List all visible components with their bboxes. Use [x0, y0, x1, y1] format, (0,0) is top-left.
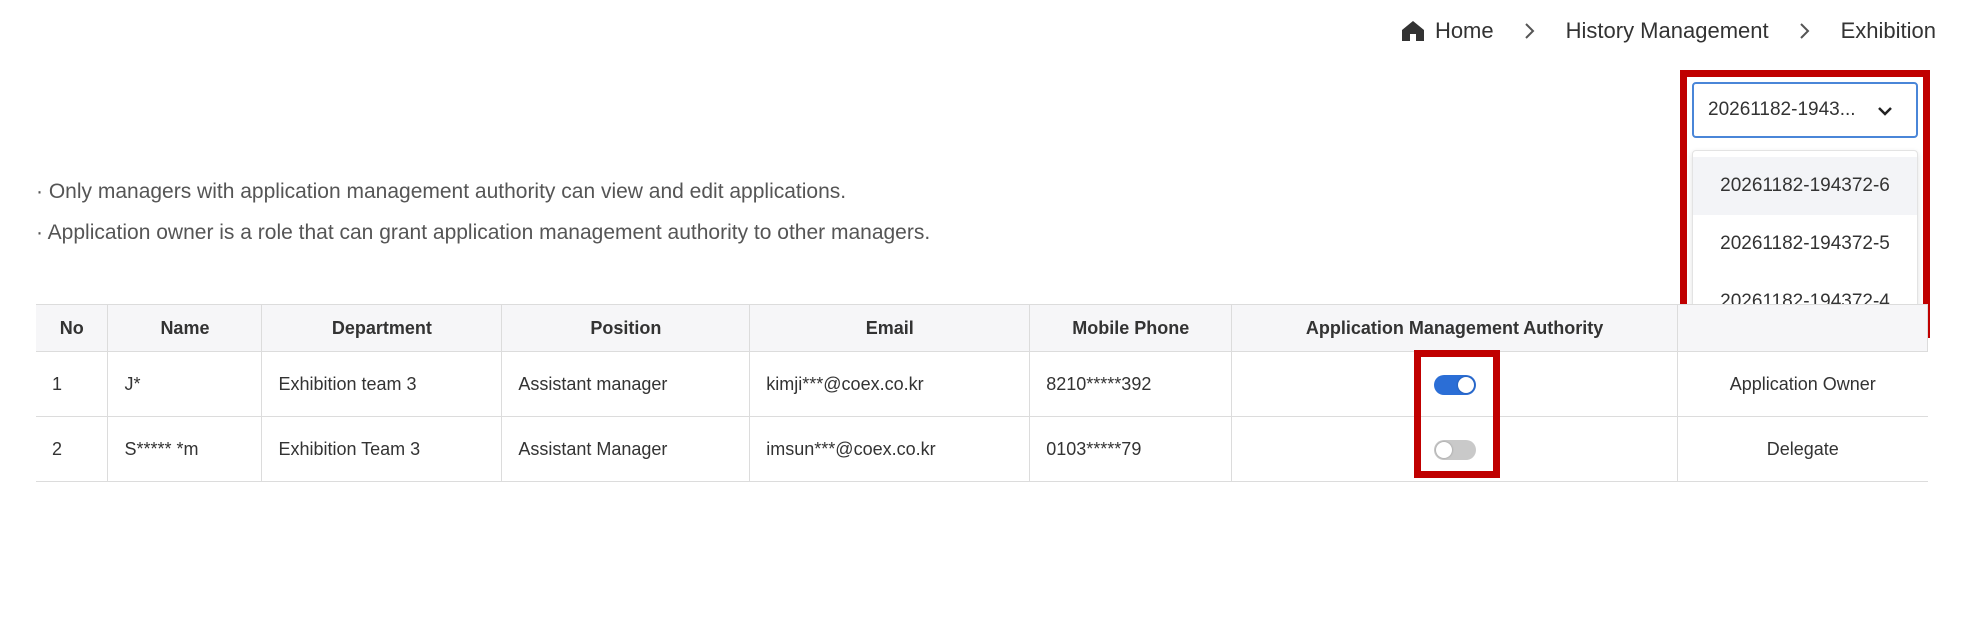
cell-no: 1: [36, 351, 108, 417]
cell-department: Exhibition Team 3: [261, 416, 502, 482]
header-role: [1677, 304, 1928, 352]
authority-toggle[interactable]: [1433, 374, 1476, 395]
table-row: 1 J* Exhibition team 3 Assistant manager…: [36, 351, 1928, 417]
table-row: 2 S***** *m Exhibition Team 3 Assistant …: [36, 416, 1928, 482]
cell-role: Delegate: [1677, 416, 1928, 482]
dropdown-option[interactable]: 20261182-194372-6: [1693, 157, 1917, 215]
header-name: Name: [107, 304, 263, 352]
table-header-row: No Name Department Position Email Mobile…: [36, 304, 1928, 352]
header-email: Email: [749, 304, 1031, 352]
application-select[interactable]: 20261182-1943...: [1692, 82, 1918, 138]
chevron-right-icon: [1524, 23, 1535, 39]
notice-text: · Only managers with application managem…: [36, 180, 847, 203]
cell-email: imsun***@coex.co.kr: [749, 416, 1030, 482]
header-position: Position: [501, 304, 751, 352]
cell-email: kimji***@coex.co.kr: [749, 351, 1030, 417]
home-icon[interactable]: [1401, 20, 1425, 42]
cell-phone: 0103*****79: [1029, 416, 1232, 482]
cell-authority: [1231, 351, 1678, 417]
cell-position: Assistant manager: [501, 351, 750, 417]
dropdown-option[interactable]: 20261182-194372-5: [1693, 215, 1917, 273]
application-select-value: 20261182-1943...: [1708, 99, 1856, 120]
notice-text: · Application owner is a role that can g…: [36, 221, 931, 244]
breadcrumb-home[interactable]: Home: [1435, 18, 1494, 44]
cell-department: Exhibition team 3: [261, 351, 502, 417]
cell-position: Assistant Manager: [501, 416, 750, 482]
chevron-right-icon: [1799, 23, 1810, 39]
cell-authority: [1231, 416, 1678, 482]
header-mobile-phone: Mobile Phone: [1029, 304, 1233, 352]
cell-role: Application Owner: [1677, 351, 1928, 417]
cell-name: S***** *m: [107, 416, 262, 482]
breadcrumb: Home History Management Exhibition: [1401, 18, 1936, 44]
breadcrumb-exhibition: Exhibition: [1840, 18, 1936, 43]
cell-name: J*: [107, 351, 262, 417]
authority-toggle[interactable]: [1433, 439, 1476, 460]
header-authority: Application Management Authority: [1231, 304, 1679, 352]
cell-no: 2: [36, 416, 108, 482]
breadcrumb-history-management[interactable]: History Management: [1566, 18, 1769, 44]
manager-table: No Name Department Position Email Mobile…: [36, 304, 1928, 482]
chevron-down-icon: [1878, 107, 1892, 116]
cell-phone: 8210*****392: [1029, 351, 1232, 417]
header-department: Department: [261, 304, 503, 352]
header-no: No: [36, 304, 109, 352]
